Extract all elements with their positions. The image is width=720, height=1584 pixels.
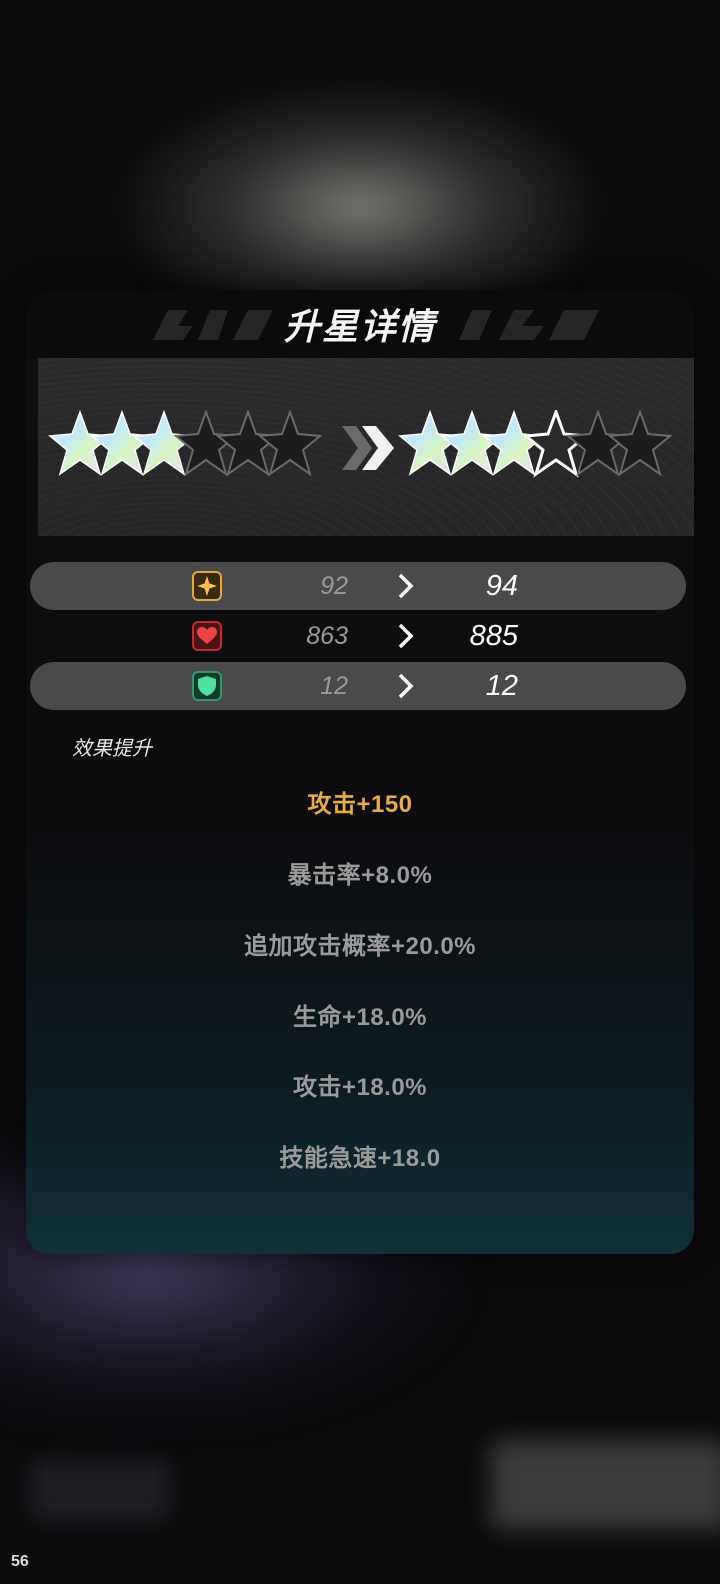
effect-item: 技能急速+18.0 <box>279 1145 441 1172</box>
stat-row-defense: 12 12 <box>30 662 686 710</box>
double-chevron-icon <box>342 426 394 470</box>
stat-old-value: 863 <box>306 621 348 650</box>
stat-old-value: 12 <box>320 671 348 700</box>
star-comparison <box>38 358 694 536</box>
panel-header: 升星详情 <box>26 290 694 358</box>
effect-item: 追加攻击概率+20.0% <box>243 933 477 960</box>
stat-row-health: 863 885 <box>30 612 686 660</box>
chevron-right-icon <box>398 623 414 649</box>
stat-new-value: 885 <box>469 619 518 652</box>
panel-title: 升星详情 <box>283 306 436 347</box>
effect-item: 暴击率+8.0% <box>287 862 433 889</box>
background-button-left <box>30 1460 170 1520</box>
background-emblem <box>110 80 610 310</box>
stat-row-attack: 92 94 <box>30 562 686 610</box>
effects-section-label: 效果提升 <box>72 738 152 760</box>
title-decoration-left <box>148 306 278 355</box>
current-star-rating <box>48 409 323 478</box>
health-heart-icon <box>192 621 222 651</box>
stat-old-value: 92 <box>320 571 348 600</box>
star-empty-icon <box>257 409 323 478</box>
chevron-right-icon <box>398 673 414 699</box>
attack-star-icon <box>192 571 222 601</box>
star-empty-icon <box>607 409 673 478</box>
effect-item: 攻击+18.0% <box>292 1074 428 1101</box>
stat-new-value: 94 <box>485 569 518 602</box>
defense-shield-icon <box>192 671 222 701</box>
stat-new-value: 12 <box>485 669 518 702</box>
title-decoration-right <box>454 306 604 355</box>
fps-counter: 56 <box>11 1553 29 1570</box>
effect-item: 生命+18.0% <box>292 1004 428 1031</box>
next-star-rating <box>398 407 673 478</box>
background-button-right <box>490 1440 720 1530</box>
effect-item: 攻击+150 <box>307 791 413 818</box>
chevron-right-icon <box>398 573 414 599</box>
star-up-details-panel: 升星详情 92 94 863 885 12 12 效果提升 攻击+150 暴击率… <box>26 290 694 1254</box>
